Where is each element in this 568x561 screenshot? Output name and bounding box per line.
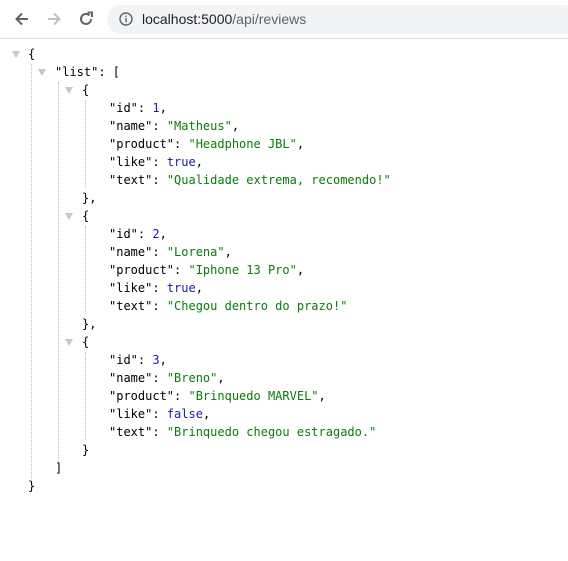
json-line-close-item: },: [82, 317, 97, 331]
json-line-open-item: {: [82, 335, 90, 349]
indent-guide: [31, 64, 32, 479]
json-line-name: "name": "Lorena",: [109, 245, 232, 259]
url-host: localhost:5000: [142, 11, 233, 27]
arrow-right-icon: [48, 12, 61, 26]
json-line-product: "product": "Headphone JBL",: [109, 137, 305, 151]
json-line-text: "text": "Qualidade extrema, recomendo!": [109, 173, 391, 187]
info-icon[interactable]: [119, 12, 133, 26]
address-bar[interactable]: localhost:5000/api/reviews: [107, 5, 568, 34]
json-key: "list": [55, 65, 99, 79]
json-line-id: "id": 3,: [109, 353, 167, 367]
url-text[interactable]: localhost:5000/api/reviews: [142, 11, 306, 27]
collapse-toggle-item-3[interactable]: [65, 339, 73, 346]
indent-guide: [85, 352, 86, 440]
indent-guide: [85, 100, 86, 188]
json-line-product: "product": "Brinquedo MARVEL",: [109, 389, 326, 403]
json-line-id: "id": 1,: [109, 101, 167, 115]
reload-button[interactable]: [75, 8, 97, 30]
back-button[interactable]: [11, 8, 33, 30]
collapse-toggle-item-1[interactable]: [65, 87, 73, 94]
json-line-close-root: }: [28, 479, 36, 493]
json-line-name: "name": "Breno",: [109, 371, 225, 385]
indent-guide: [85, 226, 86, 314]
json-line-text: "text": "Chegou dentro do prazo!": [109, 299, 348, 313]
json-line-like: "like": true,: [109, 281, 203, 295]
indent-guide: [58, 82, 59, 462]
collapse-toggle-list[interactable]: [38, 69, 46, 76]
json-line-product: "product": "Iphone 13 Pro",: [109, 263, 305, 277]
collapse-toggle-root[interactable]: [12, 51, 20, 58]
browser-toolbar: localhost:5000/api/reviews: [0, 0, 568, 39]
forward-button[interactable]: [43, 8, 65, 30]
json-line-close-item: }: [82, 443, 90, 457]
json-line-id: "id": 2,: [109, 227, 167, 241]
json-line-close-list: ]: [55, 461, 63, 475]
json-line-like: "like": false,: [109, 407, 211, 421]
json-line-text: "text": "Brinquedo chegou estragado.": [109, 425, 377, 439]
json-line-close-item: },: [82, 191, 97, 205]
reload-icon: [80, 11, 93, 25]
url-path: /api/reviews: [232, 11, 307, 27]
json-line-list: "list": [: [55, 65, 121, 79]
json-line-open-item: {: [82, 209, 90, 223]
arrow-left-icon: [15, 12, 28, 26]
json-viewer: { "list": [ { "id": 1, "name": "Matheus"…: [0, 39, 568, 561]
collapse-toggle-item-2[interactable]: [65, 213, 73, 220]
json-line-open-root: {: [28, 47, 36, 61]
json-line-open-item: {: [82, 83, 90, 97]
json-line-like: "like": true,: [109, 155, 203, 169]
json-line-name: "name": "Matheus",: [109, 119, 240, 133]
